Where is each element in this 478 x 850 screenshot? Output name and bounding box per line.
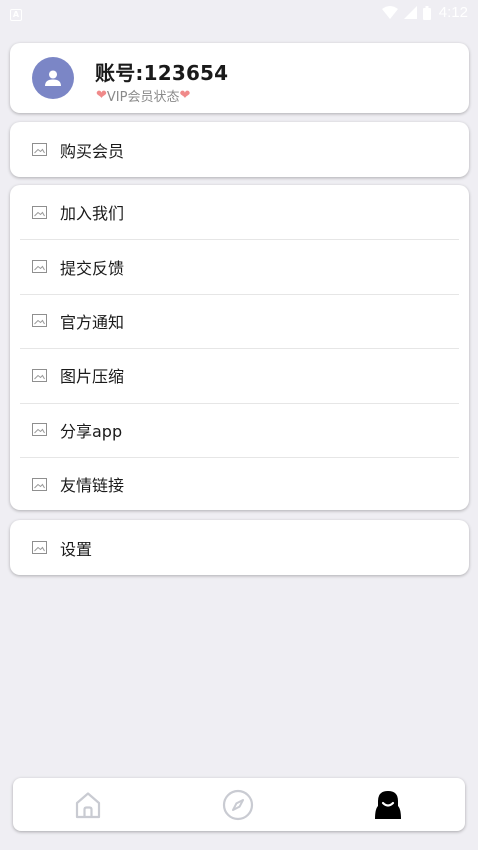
- tab-me[interactable]: [313, 778, 463, 831]
- menu-item-label: 分享app: [60, 421, 123, 441]
- tab-discover[interactable]: [163, 778, 313, 831]
- menu-item-submit-feedback[interactable]: 提交反馈: [10, 239, 469, 293]
- menu-item-join-us[interactable]: 加入我们: [10, 185, 469, 239]
- heart-icon: ❤: [179, 88, 191, 103]
- menu-item-label: 官方通知: [60, 312, 125, 332]
- settings-card: 设置: [10, 520, 469, 575]
- menu-item-official-notice[interactable]: 官方通知: [10, 293, 469, 348]
- status-time: 4:12: [438, 4, 468, 21]
- image-placeholder-icon: [32, 260, 47, 274]
- menu-item-settings[interactable]: 设置: [10, 520, 469, 575]
- vip-status-text: VIP会员状态: [106, 90, 180, 105]
- status-left: A: [10, 5, 22, 21]
- menu-item-image-compress[interactable]: 图片压缩: [10, 348, 469, 402]
- image-placeholder-icon: [32, 314, 47, 328]
- notification-a-icon: A: [10, 8, 22, 21]
- menu-item-label: 设置: [60, 539, 93, 559]
- tab-home[interactable]: [13, 778, 163, 831]
- image-placeholder-icon: [32, 541, 47, 554]
- user-icon: [45, 70, 61, 86]
- menu-item-buy-membership[interactable]: 购买会员: [10, 122, 469, 177]
- bottom-tab-bar: [13, 778, 465, 831]
- image-placeholder-icon: [32, 143, 47, 156]
- vip-status: ❤ VIP会员状态 ❤: [96, 86, 190, 105]
- menu-list-card: 加入我们 提交反馈 官方通知 图片压缩 分享app 友情链接: [10, 185, 469, 510]
- home-icon: [75, 791, 101, 818]
- signal-icon: [403, 6, 417, 19]
- menu-item-friend-links[interactable]: 友情链接: [10, 456, 469, 511]
- compass-icon: [222, 789, 254, 820]
- menu-item-label: 图片压缩: [60, 367, 125, 387]
- profile-face-icon: [375, 790, 401, 819]
- menu-item-share-app[interactable]: 分享app: [10, 402, 469, 457]
- menu-item-label: 友情链接: [60, 476, 125, 496]
- account-title: 账号:123654: [95, 61, 229, 85]
- battery-icon: [422, 5, 431, 20]
- image-placeholder-icon: [32, 477, 47, 491]
- image-placeholder-icon: [32, 368, 47, 382]
- avatar[interactable]: [32, 57, 74, 99]
- status-bar: A 4:12: [0, 0, 478, 25]
- profile-card[interactable]: 账号:123654 ❤ VIP会员状态 ❤: [10, 43, 469, 113]
- wifi-icon: [381, 6, 398, 19]
- menu-item-label: 购买会员: [60, 141, 125, 161]
- buy-membership-card: 购买会员: [10, 122, 469, 177]
- status-right: 4:12: [381, 4, 468, 21]
- image-placeholder-icon: [32, 423, 47, 437]
- heart-icon: ❤: [96, 88, 107, 103]
- menu-item-label: 提交反馈: [60, 258, 125, 278]
- image-placeholder-icon: [32, 205, 47, 219]
- menu-item-label: 加入我们: [60, 204, 125, 224]
